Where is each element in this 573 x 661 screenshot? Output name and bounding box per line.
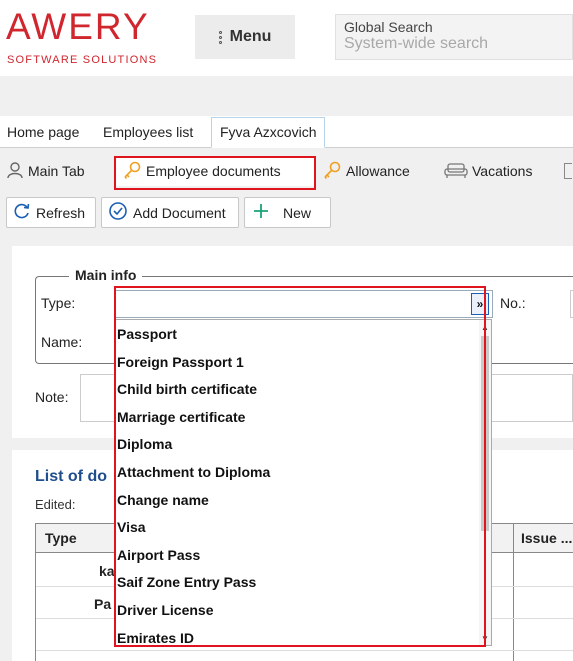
- dropdown-option[interactable]: Child birth certificate: [115, 377, 491, 405]
- check-circle-icon: [108, 201, 128, 224]
- no-label: No.:: [500, 295, 526, 311]
- menu-dots-icon: [218, 30, 222, 44]
- menu-button[interactable]: Menu: [195, 15, 295, 59]
- list-title: List of do: [35, 468, 107, 485]
- subtab-allowance[interactable]: Allowance: [316, 156, 428, 186]
- main-info-legend: Main info: [69, 267, 143, 283]
- new-button[interactable]: New: [244, 197, 331, 228]
- dropdown-option[interactable]: Attachment to Diploma: [115, 460, 491, 488]
- dropdown-option[interactable]: Saif Zone Entry Pass: [115, 570, 491, 598]
- app-header: AWERY SOFTWARE SOLUTIONS Menu Global Sea…: [0, 0, 573, 76]
- key-icon: [322, 161, 342, 182]
- dropdown-option[interactable]: Visa: [115, 515, 491, 543]
- note-label: Note:: [35, 389, 69, 405]
- toolbar: Refresh Add Document New: [0, 196, 573, 230]
- refresh-icon: [13, 202, 31, 223]
- subtab-overflow-icon: [564, 163, 572, 179]
- edited-label: Edited:: [35, 497, 76, 512]
- type-dropdown-list: Passport Foreign Passport 1 Child birth …: [114, 319, 492, 646]
- dropdown-option[interactable]: Driver License: [115, 598, 491, 626]
- global-search-input[interactable]: [344, 35, 564, 53]
- menu-label: Menu: [229, 28, 272, 45]
- refresh-button[interactable]: Refresh: [6, 197, 96, 228]
- dropdown-option[interactable]: Foreign Passport 1: [115, 350, 491, 378]
- scrollbar-thumb[interactable]: [481, 336, 489, 531]
- subtab-employee-documents-label: Employee documents: [146, 163, 281, 179]
- dropdown-scrollbar[interactable]: ▲ ▼: [479, 320, 491, 645]
- tab-employee-record[interactable]: Fyva Azxcovich: [211, 117, 326, 148]
- grid-cell[interactable]: Pa: [94, 596, 111, 612]
- grid-cell[interactable]: ka: [99, 563, 115, 579]
- tab-home-page[interactable]: Home page: [7, 116, 79, 148]
- subtab-vacations-label: Vacations: [472, 163, 533, 179]
- subtab-employee-documents[interactable]: Employee documents: [116, 156, 315, 186]
- sofa-icon: [444, 161, 468, 182]
- dropdown-option[interactable]: Emirates ID: [115, 626, 491, 645]
- dropdown-option[interactable]: Marriage certificate: [115, 405, 491, 433]
- column-header-issue[interactable]: Issue ...: [521, 530, 572, 546]
- subtab-vacations[interactable]: Vacations: [438, 156, 556, 186]
- scroll-down-icon[interactable]: ▼: [481, 634, 489, 643]
- global-search-box: Global Search: [335, 14, 573, 60]
- breadcrumb-tabs: Home page Employees list Fyva Azxcovich: [0, 116, 573, 148]
- dropdown-toggle-icon[interactable]: »: [471, 293, 489, 315]
- global-search-label: Global Search: [344, 19, 433, 35]
- user-icon: [6, 161, 24, 182]
- plus-icon: [253, 203, 269, 222]
- column-header-type[interactable]: Type: [45, 530, 77, 546]
- type-label: Type:: [41, 295, 76, 311]
- type-select[interactable]: [115, 290, 493, 318]
- subtab-main[interactable]: Main Tab: [0, 156, 104, 186]
- key-icon: [122, 161, 142, 182]
- new-label: New: [283, 204, 312, 221]
- subtab-main-label: Main Tab: [28, 163, 85, 179]
- tab-employees-list[interactable]: Employees list: [103, 116, 193, 148]
- subtab-overflow[interactable]: [564, 156, 573, 186]
- grid-column-divider: [513, 524, 514, 661]
- name-label: Name:: [41, 334, 83, 350]
- dropdown-option[interactable]: Diploma: [115, 432, 491, 460]
- add-document-button[interactable]: Add Document: [101, 197, 239, 228]
- logo-subtitle: SOFTWARE SOLUTIONS: [7, 54, 158, 66]
- refresh-label: Refresh: [36, 204, 86, 221]
- dropdown-option[interactable]: Airport Pass: [115, 543, 491, 571]
- logo-wordmark[interactable]: AWERY: [6, 6, 150, 48]
- subtab-allowance-label: Allowance: [346, 163, 410, 179]
- employee-subtabs: Main Tab Employee documents Allowance Va…: [0, 156, 573, 188]
- grid-row-divider: [36, 650, 573, 651]
- scroll-up-icon[interactable]: ▲: [481, 323, 489, 332]
- dropdown-option[interactable]: Change name: [115, 488, 491, 516]
- add-document-label: Add Document: [133, 204, 226, 221]
- dropdown-option[interactable]: Passport: [115, 322, 491, 350]
